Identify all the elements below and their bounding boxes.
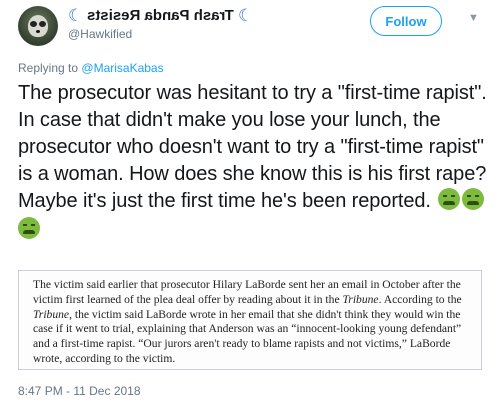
display-name: Trash Panda Resists [87,7,234,24]
user-handle[interactable]: @Hawkified [68,27,132,41]
avatar[interactable] [18,6,58,46]
tweet-text: The prosecutor was hesitant to try a "fi… [18,80,488,244]
raccoon-nose [36,30,40,33]
follow-button[interactable]: Follow [370,6,442,36]
raccoon-eye-mask-right [39,21,46,27]
display-name-row[interactable]: ☾ Trash Panda Resists ☾ [68,7,253,24]
replying-to-label: Replying to [18,61,79,75]
chevron-down-icon[interactable]: ▼ [468,12,479,24]
crescent-moon-icon: ☾ [237,6,254,25]
nauseated-face-icon [462,188,485,210]
replying-to: Replying to @MarisaKabas [18,61,164,75]
nauseated-face-icon [18,217,40,239]
tweet-timestamp[interactable]: 8:47 PM - 11 Dec 2018 [18,384,141,398]
nauseated-face-icon [438,188,461,210]
excerpt-part: , the victim said LaBorde wrote in her e… [33,307,462,365]
raccoon-eye-mask-left [30,21,37,27]
excerpt-part: . According to the [378,292,462,306]
crescent-moon-icon: ☾ [68,6,84,25]
attached-article-excerpt: The victim said earlier that prosecutor … [18,270,482,370]
publication-name: Tribune [33,307,70,321]
excerpt-text: The victim said earlier that prosecutor … [33,278,471,367]
reply-mention-link[interactable]: @MarisaKabas [81,61,163,75]
tweet-body: The prosecutor was hesitant to try a "fi… [18,82,487,212]
publication-name: Tribune [342,292,379,306]
